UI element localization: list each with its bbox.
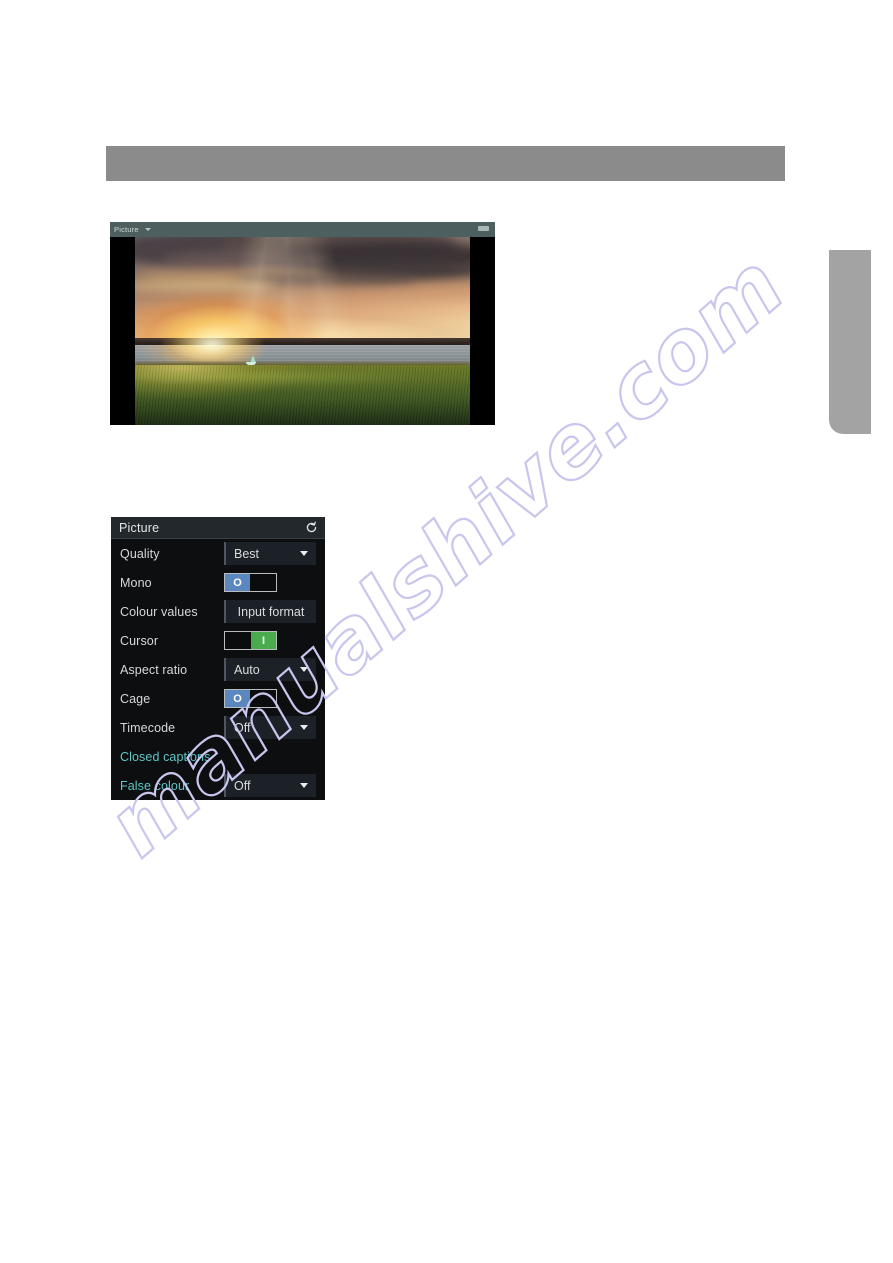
row-control-mono: O: [224, 568, 325, 597]
reset-refresh-icon[interactable]: [305, 521, 318, 534]
settings-row-cursor[interactable]: Cursor I: [111, 626, 325, 655]
row-label-timecode: Timecode: [120, 720, 176, 735]
cage-toggle-knob: O: [225, 690, 250, 707]
preview-video-area: [110, 237, 495, 425]
pillarbox-left: [110, 237, 135, 425]
chevron-down-icon: [300, 725, 308, 730]
mono-toggle[interactable]: O: [224, 573, 277, 592]
row-label-aspect-ratio: Aspect ratio: [120, 662, 188, 677]
row-label-closed-captions: Closed captions: [120, 749, 211, 764]
settings-row-closed-captions[interactable]: Closed captions: [111, 742, 325, 771]
preview-titlebar[interactable]: Picture: [110, 222, 495, 237]
photo-grass-field: [135, 364, 470, 425]
page-side-tab: [829, 250, 871, 434]
settings-panel-header: Picture: [111, 517, 325, 539]
cursor-toggle-knob: I: [251, 632, 276, 649]
settings-rows-container: Quality Best Mono O Colour values Input …: [111, 539, 325, 800]
aspect-ratio-dropdown[interactable]: Auto: [224, 658, 316, 681]
chevron-down-icon[interactable]: [144, 228, 151, 231]
pillarbox-right: [470, 237, 495, 425]
preview-window-title: Picture: [114, 224, 139, 234]
colour-values-value: Input format: [237, 604, 305, 619]
timecode-dropdown-value: Off: [234, 720, 251, 735]
aspect-ratio-dropdown-value: Auto: [234, 662, 260, 677]
settings-row-cage[interactable]: Cage O: [111, 684, 325, 713]
row-control-timecode: Off: [224, 713, 325, 742]
settings-row-false-colour[interactable]: False colour Off: [111, 771, 325, 800]
row-label-false-colour: False colour: [120, 778, 190, 793]
minimize-icon[interactable]: [478, 226, 489, 231]
row-control-quality: Best: [224, 539, 325, 568]
row-control-cage: O: [224, 684, 325, 713]
picture-preview-window: Picture: [110, 222, 495, 425]
photo-boat: [245, 354, 256, 365]
preview-photo: [135, 237, 470, 425]
false-colour-dropdown-value: Off: [234, 778, 251, 793]
row-control-aspect-ratio: Auto: [224, 655, 325, 684]
picture-settings-panel: Picture Quality Best Mono O Colour value…: [111, 517, 325, 800]
row-control-closed-captions: [224, 742, 325, 771]
false-colour-dropdown[interactable]: Off: [224, 774, 316, 797]
row-label-colour-values: Colour values: [120, 604, 198, 619]
settings-row-timecode[interactable]: Timecode Off: [111, 713, 325, 742]
row-control-cursor: I: [224, 626, 325, 655]
settings-row-colour-values[interactable]: Colour values Input format: [111, 597, 325, 626]
row-control-false-colour: Off: [224, 771, 325, 800]
quality-dropdown[interactable]: Best: [224, 542, 316, 565]
chevron-down-icon: [300, 551, 308, 556]
row-label-mono: Mono: [120, 575, 152, 590]
settings-row-quality[interactable]: Quality Best: [111, 539, 325, 568]
page-header-bar: [106, 146, 785, 181]
settings-row-aspect-ratio[interactable]: Aspect ratio Auto: [111, 655, 325, 684]
row-control-colour-values: Input format: [224, 597, 325, 626]
settings-panel-title: Picture: [119, 520, 160, 535]
colour-values-button[interactable]: Input format: [224, 600, 316, 623]
mono-toggle-knob: O: [225, 574, 250, 591]
settings-row-mono[interactable]: Mono O: [111, 568, 325, 597]
timecode-dropdown[interactable]: Off: [224, 716, 316, 739]
chevron-down-icon: [300, 783, 308, 788]
row-label-cursor: Cursor: [120, 633, 159, 648]
cursor-toggle[interactable]: I: [224, 631, 277, 650]
row-label-quality: Quality: [120, 546, 160, 561]
row-label-cage: Cage: [120, 691, 151, 706]
quality-dropdown-value: Best: [234, 546, 260, 561]
chevron-down-icon: [300, 667, 308, 672]
cage-toggle[interactable]: O: [224, 689, 277, 708]
